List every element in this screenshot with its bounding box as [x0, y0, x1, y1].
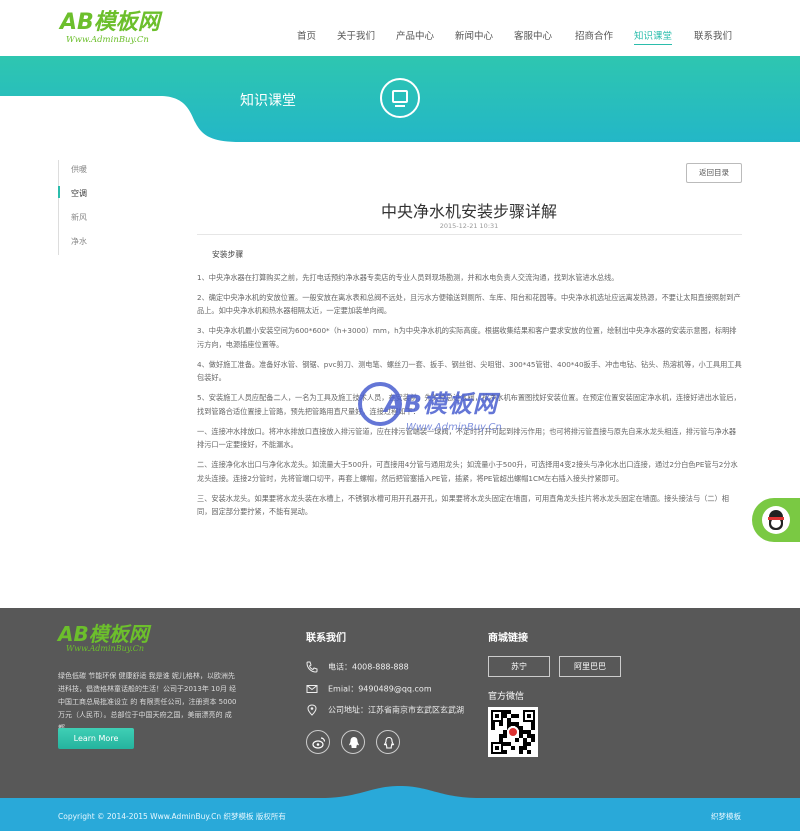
nav-products[interactable]: 产品中心 [396, 28, 434, 42]
active-marker [58, 186, 60, 198]
article-paragraph: 一、连接冲水排放口。将冲水排放口直接放入排污管道，应在排污管端装一球阀，不定时打… [197, 426, 737, 450]
phone-row: 电话：4008-888-888 [306, 661, 409, 673]
nav-news[interactable]: 新闻中心 [455, 28, 493, 42]
mail-icon [306, 685, 318, 693]
weibo-icon[interactable] [306, 730, 330, 754]
banner-title: 知识课堂 [240, 93, 296, 109]
address-row: 公司地址：江苏省南京市玄武区玄武湖 [306, 704, 464, 716]
email-text: Emial：9490489@qq.com [328, 684, 432, 694]
site-footer: AB模板网 Www.AdminBuy.Cn 绿色低碳 节能环保 健康舒适 我是谁… [0, 608, 800, 831]
phone-text: 电话：4008-888-888 [328, 662, 409, 672]
article-title: 中央净水机安装步骤详解 [380, 202, 557, 221]
sidebar-item-heating[interactable]: 供暖 [71, 164, 87, 175]
company-description: 绿色低碳 节能环保 健康舒适 我是谁 妮儿格林，以欧洲先进科技，倡造格林童话般的… [58, 672, 237, 732]
learn-more-button[interactable]: Learn More [58, 728, 134, 749]
article-paragraph: 4、做好施工准备。准备好水管、钢锯、pvc剪刀、测电笔、螺丝刀一套、扳手、钢丝钳… [197, 359, 742, 383]
article-paragraph: 5、安装施工人员应配备二人，一名为工具及施工技术人员，在安装前，先关掉总进水阀，… [197, 393, 741, 416]
article-paragraph: 三、安装水龙头。如果要将水龙头装在水槽上，不锈钢水槽可用开孔器开孔，如果要将水龙… [197, 493, 729, 517]
nav-cooperation[interactable]: 招商合作 [575, 28, 613, 42]
sidebar-item-water[interactable]: 净水 [71, 236, 87, 247]
email-row: Emial：9490489@qq.com [306, 683, 432, 695]
nav-contact[interactable]: 联系我们 [694, 28, 732, 42]
qzone-icon[interactable] [376, 730, 400, 754]
wechat-qr-code [488, 707, 538, 757]
footer-logo-url: Www.AdminBuy.Cn [66, 644, 145, 653]
nav-service[interactable]: 客服中心 [514, 28, 552, 42]
article-paragraph: 1、中央净水器在打算购买之前，先打电话预约净水器专卖店的专业人员到现场勘测，并和… [197, 272, 619, 282]
links-heading: 商城链接 [488, 633, 528, 644]
copyright-right: 织梦模板 [711, 812, 741, 821]
phone-icon [306, 661, 318, 673]
copyright-text: Copyright © 2014-2015 Www.AdminBuy.Cn 织梦… [58, 812, 286, 821]
article-paragraph: 2、确定中央净水机的安放位置。一般安放在离水表和总阀不远处，且污水方便输送到厕所… [197, 292, 741, 316]
address-text: 公司地址：江苏省南京市玄武区玄武湖 [328, 705, 464, 715]
page-banner: 知识课堂 [0, 56, 800, 142]
link-suning[interactable]: 苏宁 [488, 656, 550, 677]
footer-wave [0, 786, 800, 831]
logo-url: Www.AdminBuy.Cn [66, 35, 149, 45]
article-lead: 安装步骤 [212, 250, 244, 259]
logo-mark: AB模板网 [60, 10, 160, 35]
location-pin-icon [307, 704, 317, 716]
qq-chat-button[interactable] [752, 498, 800, 542]
nav-knowledge[interactable]: 知识课堂 [634, 28, 673, 45]
article-body: 安装步骤 1、中央净水器在打算购买之前，先打电话预约净水器专卖店的专业人员到现场… [197, 248, 742, 525]
article-paragraph: 3、中央净水机最小安装空间为600*600*（h+3000）mm，h为中央净水机… [197, 326, 737, 349]
title-divider [197, 234, 742, 235]
site-header: AB模板网 Www.AdminBuy.Cn 首页 关于我们 产品中心 新闻中心 … [0, 0, 800, 56]
link-alibaba[interactable]: 阿里巴巴 [559, 656, 621, 677]
qq-icon[interactable] [341, 730, 365, 754]
article-date: 2015-12-21 10:31 [439, 222, 499, 230]
wechat-heading: 官方微信 [488, 692, 525, 702]
footer-logo-mark: AB模板网 [58, 622, 149, 646]
back-to-list-button[interactable]: 返回目录 [686, 163, 742, 183]
nav-home[interactable]: 首页 [297, 28, 316, 42]
contact-heading: 联系我们 [306, 633, 346, 644]
footer-logo[interactable]: AB模板网 Www.AdminBuy.Cn [58, 624, 149, 653]
monitor-icon [380, 78, 420, 118]
nav-about[interactable]: 关于我们 [337, 28, 375, 42]
article-paragraph: 二、连接净化水出口与净化水龙头。如流量大于500升，可直接用4分管与通用龙头；如… [197, 460, 738, 483]
site-logo[interactable]: AB模板网 Www.AdminBuy.Cn [60, 12, 170, 48]
